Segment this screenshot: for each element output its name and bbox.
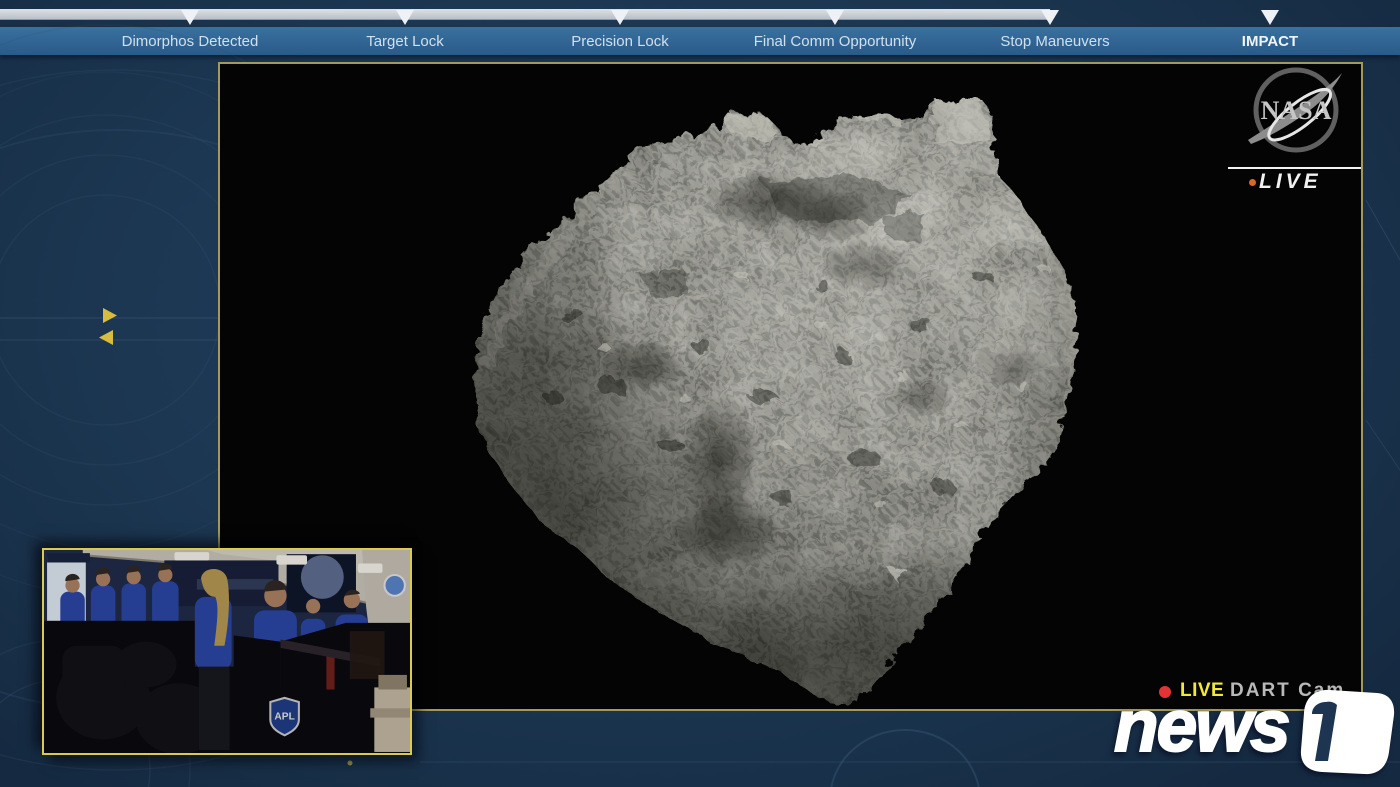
svg-text:news: news (1114, 686, 1289, 767)
svg-text:NASA: NASA (1261, 96, 1332, 125)
